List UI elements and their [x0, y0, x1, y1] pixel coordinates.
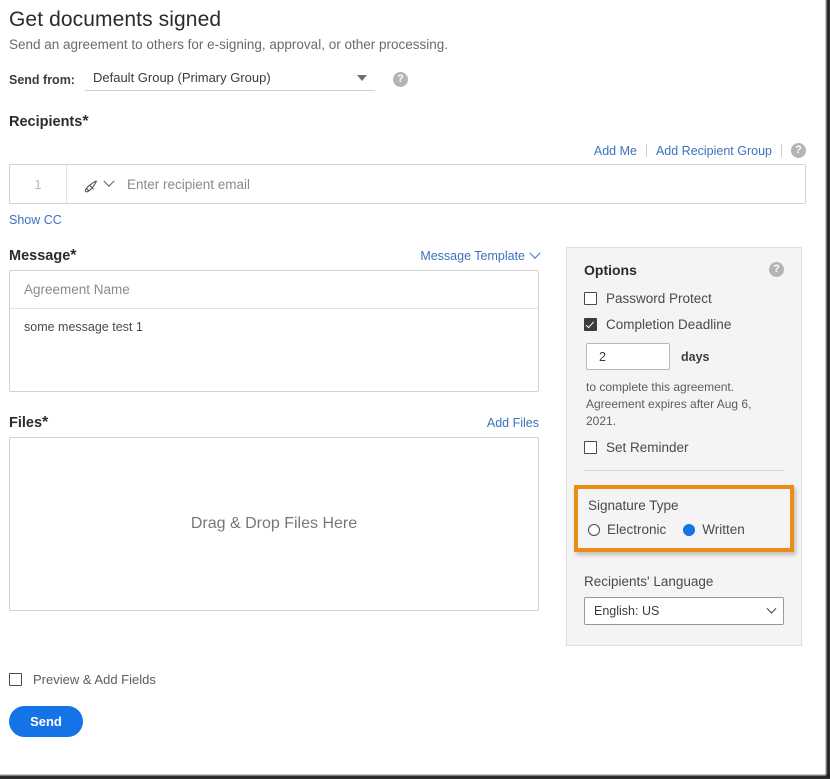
password-protect-checkbox[interactable] [584, 292, 597, 305]
recipients-title: Recipients [9, 114, 83, 130]
form-columns: Message* Message Template Agreement Name… [9, 247, 806, 647]
recipients-required-mark: * [82, 113, 89, 130]
deadline-note-line1: to complete this agreement. [586, 380, 735, 394]
message-title: Message [9, 248, 71, 264]
language-select[interactable]: English: US [584, 597, 784, 626]
file-dropzone[interactable]: Drag & Drop Files Here [9, 437, 539, 611]
recipients-header: Recipients* [9, 113, 806, 131]
recipient-actions: Add Me Add Recipient Group ? [9, 143, 806, 158]
message-box: Agreement Name some message test 1 [9, 270, 539, 392]
add-me-link[interactable]: Add Me [585, 144, 646, 158]
deadline-days-input[interactable]: 2 [586, 343, 670, 370]
left-column: Message* Message Template Agreement Name… [9, 247, 541, 611]
set-reminder-option[interactable]: Set Reminder [584, 440, 784, 455]
send-from-label: Send from: [9, 72, 75, 87]
options-header: Options ? [584, 262, 784, 278]
signature-pen-icon [84, 180, 97, 193]
language-selected-value: English: US [594, 604, 660, 619]
chevron-down-icon [103, 175, 115, 187]
preview-add-fields-checkbox[interactable] [9, 673, 22, 687]
options-panel: Options ? Password Protect Completion De… [566, 247, 802, 647]
electronic-radio[interactable] [588, 523, 600, 536]
message-body-input[interactable]: some message test 1 [10, 309, 538, 391]
recipient-email-input[interactable]: Enter recipient email [123, 165, 805, 203]
form-footer: Preview & Add Fields Send [9, 672, 806, 738]
set-reminder-checkbox[interactable] [584, 441, 597, 455]
completion-deadline-option[interactable]: Completion Deadline [584, 317, 784, 332]
files-title-wrap: Files* [9, 414, 48, 432]
message-template-link[interactable]: Message Template [420, 249, 525, 263]
window-edge-bottom [0, 774, 830, 779]
chevron-down-icon [529, 247, 541, 259]
dropzone-label: Drag & Drop Files Here [190, 515, 358, 532]
message-template-link-wrap[interactable]: Message Template [420, 247, 541, 263]
completion-deadline-label: Completion Deadline [606, 317, 732, 332]
message-required-mark: * [70, 247, 77, 264]
window-edge-right [825, 0, 830, 779]
preview-add-fields-label: Preview & Add Fields [33, 672, 156, 688]
signature-type-section: Signature Type Electronic Written [574, 485, 794, 553]
chevron-down-icon [356, 74, 367, 81]
page-title: Get documents signed [9, 8, 222, 31]
deadline-note-line2: Agreement expires after Aug 6, 2021. [586, 397, 752, 429]
deadline-days-row: 2 days [586, 343, 784, 370]
deadline-note: to complete this agreement. Agreement ex… [586, 379, 784, 430]
set-reminder-label: Set Reminder [606, 440, 689, 456]
signature-type-electronic[interactable]: Electronic [588, 522, 666, 537]
recipient-role-dropdown[interactable] [67, 165, 123, 203]
electronic-label: Electronic [607, 522, 667, 538]
message-title-wrap: Message* [9, 247, 77, 265]
recipient-row-number: 1 [10, 165, 67, 203]
send-from-value: Default Group (Primary Group) [92, 70, 271, 85]
options-title: Options [584, 262, 637, 278]
password-protect-label: Password Protect [606, 291, 712, 306]
add-files-link[interactable]: Add Files [487, 416, 539, 430]
send-agreement-form: Get documents signed Send an agreement t… [0, 0, 822, 772]
signature-type-title: Signature Type [588, 498, 679, 514]
signature-type-highlight: Signature Type Electronic Written [574, 485, 794, 553]
chevron-down-icon [766, 603, 777, 614]
divider [781, 144, 782, 157]
files-title: Files [9, 415, 43, 431]
screenshot-root: Get documents signed Send an agreement t… [0, 0, 830, 779]
help-icon[interactable]: ? [791, 143, 806, 158]
written-label: Written [702, 522, 745, 538]
language-title: Recipients' Language [584, 574, 714, 590]
send-button[interactable]: Send [9, 706, 83, 738]
add-recipient-group-link[interactable]: Add Recipient Group [647, 144, 781, 158]
agreement-name-input[interactable]: Agreement Name [10, 271, 538, 309]
deadline-days-unit: days [681, 349, 710, 364]
files-required-mark: * [42, 414, 49, 431]
password-protect-option[interactable]: Password Protect [584, 291, 784, 306]
page-subtitle: Send an agreement to others for e-signin… [9, 37, 449, 52]
send-from-row: Send from: Default Group (Primary Group)… [9, 68, 806, 91]
written-radio[interactable] [683, 523, 696, 536]
send-from-dropdown[interactable]: Default Group (Primary Group) [84, 68, 375, 91]
completion-deadline-checkbox[interactable] [584, 318, 597, 331]
show-cc-link[interactable]: Show CC [9, 213, 806, 227]
help-icon[interactable]: ? [392, 72, 408, 87]
recipients-title-wrap: Recipients* [9, 113, 89, 131]
recipient-row: 1 Enter recipient email [9, 164, 806, 204]
files-header: Files* Add Files [9, 414, 539, 432]
help-icon[interactable]: ? [769, 262, 784, 277]
signature-type-written[interactable]: Written [683, 522, 745, 537]
message-header: Message* Message Template [9, 247, 541, 265]
options-divider [584, 470, 784, 472]
right-column: Options ? Password Protect Completion De… [566, 247, 802, 647]
preview-add-fields-option[interactable]: Preview & Add Fields [9, 672, 806, 687]
signature-type-radios: Electronic Written [588, 522, 781, 537]
